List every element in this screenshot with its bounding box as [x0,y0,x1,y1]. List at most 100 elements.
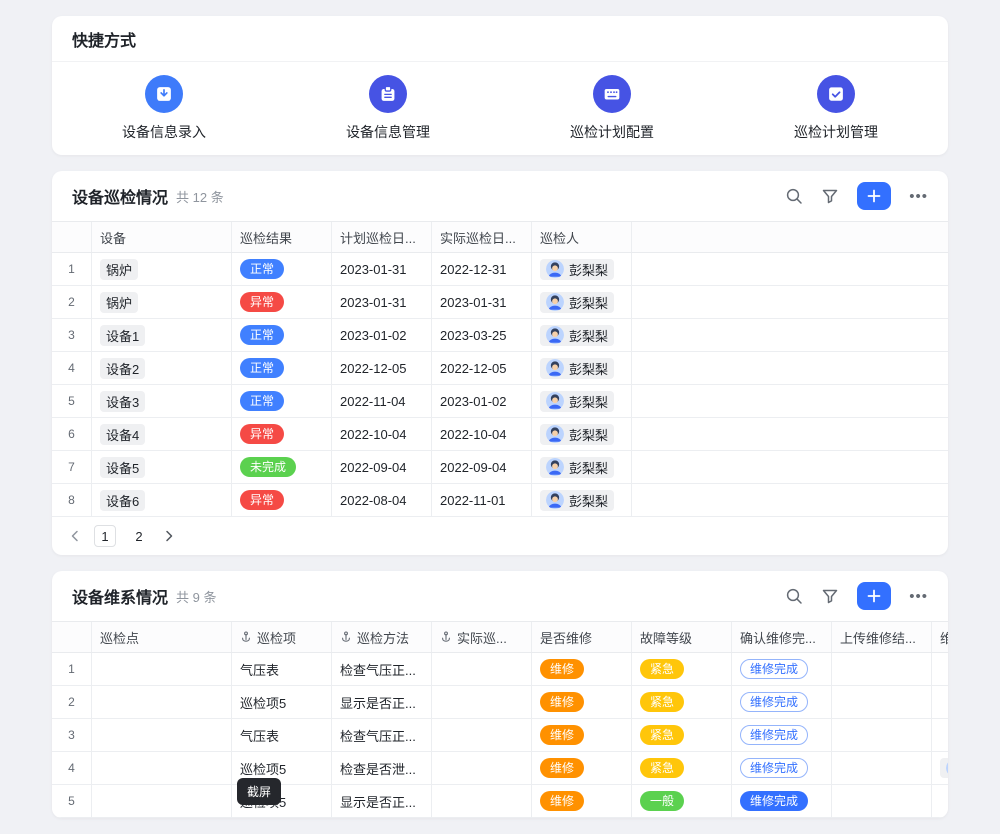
cell-result[interactable]: 正常 [232,319,332,351]
cell-upload[interactable] [832,785,932,817]
add-record-button[interactable] [857,582,891,610]
cell-severity[interactable]: 紧急 [632,653,732,685]
cell-maintainer[interactable] [932,785,948,817]
header-device[interactable]: 设备 [92,222,232,252]
cell-actual[interactable] [432,752,532,784]
column-header[interactable]: 实际巡... [432,622,532,652]
cell-planned-date[interactable]: 2023-01-31 [332,253,432,285]
cell-device[interactable]: 设备4 [92,418,232,450]
cell-repair[interactable]: 维修 [532,752,632,784]
cell-actual-date[interactable]: 2022-11-01 [432,484,532,516]
page-button-2[interactable]: 2 [128,525,150,547]
cell-method[interactable]: 显示是否正... [332,785,432,817]
column-header[interactable]: 巡检方法 [332,622,432,652]
cell-item[interactable]: 气压表 [232,719,332,751]
cell-device[interactable]: 设备3 [92,385,232,417]
cell-device[interactable]: 锅炉 [92,286,232,318]
cell-repair[interactable]: 维修 [532,653,632,685]
shortcut-device-manage[interactable]: 设备信息管理 [276,75,500,142]
cell-inspector[interactable]: 彭梨梨 [532,286,632,318]
header-planned-date[interactable]: 计划巡检日... [332,222,432,252]
cell-severity[interactable]: 一般 [632,785,732,817]
cell-inspector[interactable]: 彭梨梨 [532,484,632,516]
cell-confirm[interactable]: 维修完成 [732,686,832,718]
cell-maintainer[interactable] [932,686,948,718]
cell-actual[interactable] [432,686,532,718]
cell-inspector[interactable]: 彭梨梨 [532,385,632,417]
cell-maintainer[interactable] [932,752,948,784]
cell-method[interactable]: 检查气压正... [332,719,432,751]
cell-inspector[interactable]: 彭梨梨 [532,319,632,351]
column-header[interactable]: 是否维修 [532,622,632,652]
chevron-left-icon[interactable] [68,529,82,543]
cell-confirm[interactable]: 维修完成 [732,653,832,685]
cell-planned-date[interactable]: 2023-01-31 [332,286,432,318]
cell-repair[interactable]: 维修 [532,785,632,817]
cell-maintainer[interactable] [932,653,948,685]
cell-confirm[interactable]: 维修完成 [732,719,832,751]
cell-upload[interactable] [832,686,932,718]
cell-device[interactable]: 设备5 [92,451,232,483]
cell-actual-date[interactable]: 2022-09-04 [432,451,532,483]
header-result[interactable]: 巡检结果 [232,222,332,252]
cell-actual-date[interactable]: 2023-01-31 [432,286,532,318]
cell-severity[interactable]: 紧急 [632,752,732,784]
cell-method[interactable]: 检查气压正... [332,653,432,685]
cell-actual-date[interactable]: 2022-10-04 [432,418,532,450]
cell-upload[interactable] [832,752,932,784]
chevron-right-icon[interactable] [162,529,176,543]
cell-device[interactable]: 设备6 [92,484,232,516]
cell-result[interactable]: 正常 [232,385,332,417]
cell-result[interactable]: 正常 [232,253,332,285]
cell-result[interactable]: 异常 [232,418,332,450]
cell-planned-date[interactable]: 2022-09-04 [332,451,432,483]
shortcut-plan-config[interactable]: 巡检计划配置 [500,75,724,142]
cell-severity[interactable]: 紧急 [632,686,732,718]
cell-device[interactable]: 设备1 [92,319,232,351]
cell-actual-date[interactable]: 2022-12-05 [432,352,532,384]
cell-actual-date[interactable]: 2023-03-25 [432,319,532,351]
more-icon[interactable]: ••• [909,588,928,605]
cell-point[interactable] [92,719,232,751]
cell-confirm[interactable]: 维修完成 [732,785,832,817]
search-icon[interactable] [785,587,803,605]
cell-planned-date[interactable]: 2022-08-04 [332,484,432,516]
cell-planned-date[interactable]: 2022-11-04 [332,385,432,417]
filter-icon[interactable] [821,187,839,205]
cell-planned-date[interactable]: 2022-10-04 [332,418,432,450]
cell-method[interactable]: 检查是否泄... [332,752,432,784]
cell-repair[interactable]: 维修 [532,719,632,751]
cell-planned-date[interactable]: 2022-12-05 [332,352,432,384]
column-header[interactable]: 巡检项 [232,622,332,652]
cell-result[interactable]: 未完成 [232,451,332,483]
column-header[interactable]: 故障等级 [632,622,732,652]
cell-device[interactable]: 锅炉 [92,253,232,285]
cell-maintainer[interactable] [932,719,948,751]
search-icon[interactable] [785,187,803,205]
cell-inspector[interactable]: 彭梨梨 [532,418,632,450]
shortcut-device-entry[interactable]: 设备信息录入 [52,75,276,142]
cell-device[interactable]: 设备2 [92,352,232,384]
cell-point[interactable] [92,686,232,718]
column-header[interactable]: 巡检点 [92,622,232,652]
cell-actual[interactable] [432,653,532,685]
page-button-current[interactable]: 1 [94,525,116,547]
header-inspector[interactable]: 巡检人 [532,222,632,252]
more-icon[interactable]: ••• [909,188,928,205]
cell-point[interactable] [92,752,232,784]
cell-actual-date[interactable]: 2022-12-31 [432,253,532,285]
header-actual-date[interactable]: 实际巡检日... [432,222,532,252]
cell-actual[interactable] [432,719,532,751]
filter-icon[interactable] [821,587,839,605]
cell-inspector[interactable]: 彭梨梨 [532,451,632,483]
cell-inspector[interactable]: 彭梨梨 [532,253,632,285]
shortcut-plan-manage[interactable]: 巡检计划管理 [724,75,948,142]
cell-actual[interactable] [432,785,532,817]
cell-actual-date[interactable]: 2023-01-02 [432,385,532,417]
cell-upload[interactable] [832,653,932,685]
cell-item[interactable]: 巡检项5 [232,686,332,718]
cell-point[interactable] [92,785,232,817]
cell-point[interactable] [92,653,232,685]
cell-result[interactable]: 异常 [232,286,332,318]
cell-result[interactable]: 正常 [232,352,332,384]
